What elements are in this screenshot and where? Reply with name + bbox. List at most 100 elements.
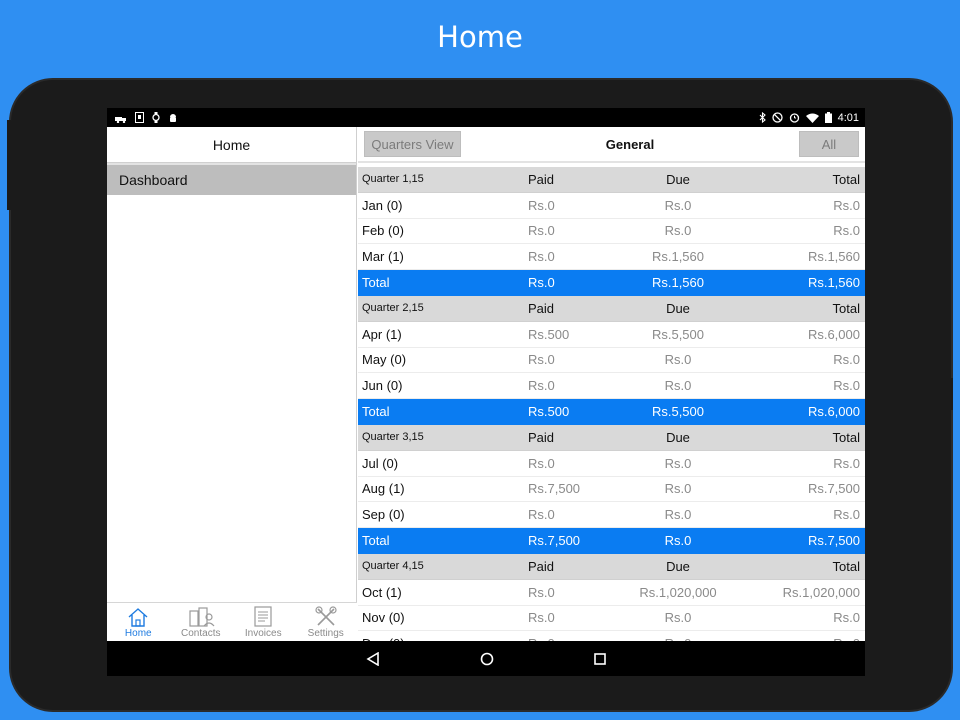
table-row[interactable]: Dec (0)Rs.0Rs.0Rs.0 (358, 631, 865, 641)
clipboard-icon (135, 112, 144, 123)
table-row[interactable]: Aug (1) Rs.7,500 Rs.0 Rs.7,500 (358, 476, 865, 503)
due-cell: Rs.0 (664, 197, 692, 213)
quarter-header-row: Quarter 2,15 Paid Due Total (358, 295, 865, 322)
tab-home[interactable]: Home (107, 603, 170, 641)
month-cell: Quarter 4,15 (362, 560, 424, 573)
quarters-view-button[interactable]: Quarters View (364, 131, 461, 157)
total-row: Total Rs.500 Rs.5,500 Rs.6,000 (358, 399, 865, 425)
side-button (948, 378, 953, 410)
table-row[interactable]: May (0) Rs.0 Rs.0 Rs.0 (358, 347, 865, 374)
paid-cell: Rs.0 (528, 507, 555, 523)
total-row: Total Rs.7,500 Rs.0 Rs.7,500 (358, 528, 865, 554)
alarm-icon (789, 113, 799, 123)
due-cell: Rs.0 (664, 507, 692, 523)
do-not-disturb-icon (771, 112, 783, 123)
paid-cell: Rs.500 (528, 404, 570, 420)
menu-item-dashboard[interactable]: Dashboard (107, 165, 356, 195)
paid-cell: Rs.0 (528, 249, 555, 265)
month-cell: Jan (0) (362, 197, 403, 213)
battery-icon (824, 112, 832, 123)
detail-pane: Quarters View General All Quarter 1,15 Pa… (358, 127, 865, 641)
month-cell: Total (362, 533, 390, 549)
due-cell: Rs.0 (664, 481, 692, 497)
total-cell: Rs.0 (833, 197, 860, 213)
tab-settings[interactable]: Settings (295, 603, 358, 641)
total-row: Total Rs.0 Rs.1,560 Rs.1,560 (358, 270, 865, 296)
tab-contacts[interactable]: Contacts (170, 603, 233, 641)
total-cell: Total (832, 171, 860, 187)
tab-invoices[interactable]: Invoices (232, 603, 295, 641)
side-button (7, 120, 11, 210)
recents-icon[interactable] (594, 652, 606, 665)
table-row[interactable]: Oct (1) Rs.0 Rs.1,020,000 Rs.1,020,000 (358, 579, 865, 606)
due-cell: Rs.1,020,000 (639, 584, 717, 600)
quarterly-summary-table: Quarter 1,15 Paid Due Total Jan (0) Rs.0 Rs.0 R… (358, 167, 865, 641)
total-cell: Total (832, 558, 860, 574)
settings-icon (315, 606, 337, 626)
bluetooth-icon (759, 112, 766, 123)
due-cell: Rs.5,500 (651, 404, 705, 420)
due-cell: Rs.1,560 (651, 249, 705, 265)
contacts-icon (189, 607, 215, 627)
paid-cell: Rs.0 (528, 197, 555, 213)
paid-cell: Rs.7,500 (528, 481, 581, 497)
tab-settings-label: Settings (307, 628, 344, 639)
month-cell: Oct (1) (362, 584, 402, 600)
back-icon[interactable] (366, 651, 380, 666)
month-cell: Nov (0) (362, 610, 405, 626)
due-cell: Due (666, 171, 690, 187)
month-cell: Quarter 2,15 (362, 302, 424, 315)
total-cell: Rs.7,500 (807, 533, 860, 549)
month-cell: Sep (0) (362, 507, 405, 523)
tab-home-label: Home (124, 628, 152, 639)
table-row[interactable]: Jul (0) Rs.0 Rs.0 Rs.0 (358, 450, 865, 477)
table-row[interactable]: Feb (0) Rs.0 Rs.0 Rs.0 (358, 218, 865, 245)
due-cell: Rs.0 (664, 455, 692, 471)
table-row[interactable]: Jun (0) Rs.0 Rs.0 Rs.0 (358, 373, 865, 400)
promo-title: Home (437, 20, 523, 54)
month-cell: Jul (0) (362, 455, 399, 471)
total-cell: Rs.0 (833, 610, 860, 626)
table-row[interactable]: Mar (1) Rs.0 Rs.1,560 Rs.1,560 (358, 244, 865, 271)
delivery-icon (115, 116, 126, 123)
paid-cell: Paid (528, 171, 555, 187)
total-cell: Rs.6,000 (807, 326, 860, 342)
bottom-tab-bar: Home Contacts Invoices Settings (107, 602, 357, 641)
due-cell: Rs.0 (664, 223, 692, 239)
due-cell: Rs.1,560 (651, 275, 705, 291)
paid-cell: Rs.0 (528, 352, 555, 368)
quarter-header-row: Quarter 4,15 Paid Due Total (358, 553, 865, 580)
paid-cell: Rs.0 (528, 455, 555, 471)
total-cell: Total (832, 300, 860, 316)
paid-cell: Rs.7,500 (528, 533, 581, 549)
month-cell: Apr (1) (362, 326, 402, 342)
table-row[interactable]: Jan (0) Rs.0 Rs.0 Rs.0 (358, 192, 865, 219)
paid-cell: Paid (528, 558, 555, 574)
tab-contacts-label: Contacts (181, 628, 221, 639)
table-row[interactable]: Apr (1) Rs.500 Rs.5,500 Rs.6,000 (358, 321, 865, 348)
detail-header: Quarters View General All (358, 127, 865, 163)
master-header-title: Home (107, 127, 356, 163)
quarter-header-row: Quarter 1,15 Paid Due Total (358, 167, 865, 193)
paid-cell: Paid (528, 300, 555, 316)
table-row[interactable]: Nov (0) Rs.0 Rs.0 Rs.0 (358, 605, 865, 632)
master-pane: Home Dashboard (107, 127, 357, 641)
total-cell: Rs.1,560 (807, 275, 860, 291)
paid-cell: Rs.500 (528, 326, 570, 342)
home-nav-icon[interactable] (480, 652, 494, 666)
due-cell: Due (666, 300, 690, 316)
tab-invoices-label: Invoices (244, 628, 282, 639)
table-row[interactable]: Sep (0) Rs.0 Rs.0 Rs.0 (358, 502, 865, 529)
total-cell: Rs.0 (833, 455, 860, 471)
home-icon (128, 608, 148, 627)
total-cell: Rs.0 (833, 507, 860, 523)
month-cell: Quarter 3,15 (362, 431, 424, 444)
month-cell: May (0) (362, 352, 407, 368)
total-cell: Rs.1,560 (807, 249, 860, 265)
month-cell: Mar (1) (362, 249, 404, 265)
paid-cell: Rs.0 (528, 223, 555, 239)
due-cell: Rs.0 (664, 533, 692, 549)
total-cell: Rs.6,000 (807, 404, 860, 420)
month-cell: Total (362, 275, 390, 291)
all-button[interactable]: All (798, 131, 859, 157)
